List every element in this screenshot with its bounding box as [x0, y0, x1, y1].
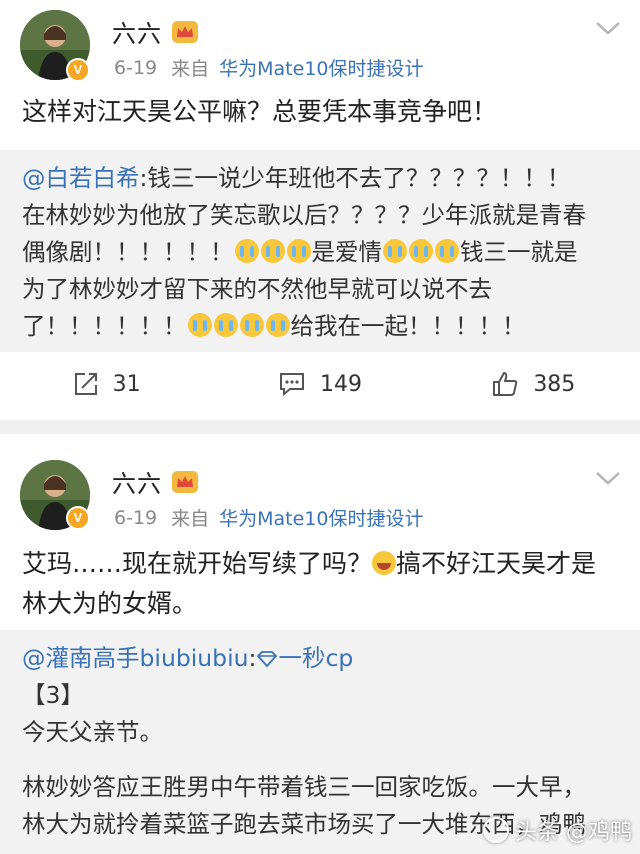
- post-text-part: 林大为的女婿。: [22, 589, 198, 618]
- crying-emoji-icon: [234, 239, 259, 263]
- quote-line: 林妙妙答应王胜男中午带着钱三一回家吃饭。一大早，: [22, 773, 586, 801]
- post-source[interactable]: 华为Mate10保时捷设计: [219, 54, 423, 81]
- repost-count: 31: [112, 371, 141, 397]
- username[interactable]: 六六: [112, 14, 162, 49]
- watermark-text: 头条 @鸡鸭: [515, 820, 632, 845]
- chevron-down-icon[interactable]: [594, 468, 622, 488]
- post-text: 艾玛……现在就开始写续了吗？ 搞不好江天昊才是 林大为的女婿。: [22, 544, 622, 624]
- diamond-icon: [257, 651, 278, 668]
- watermark: 头条 @鸡鸭: [483, 814, 632, 846]
- crying-emoji-icon: [383, 239, 407, 263]
- verified-badge-icon: V: [66, 506, 90, 530]
- crying-emoji-icon: [213, 313, 238, 337]
- quote-mention[interactable]: @白若白希: [22, 164, 140, 192]
- from-label: 来自: [171, 58, 210, 80]
- post-source[interactable]: 华为Mate10保时捷设计: [219, 504, 423, 531]
- post-text-part: 艾玛……现在就开始写续了吗？: [22, 549, 373, 578]
- quote-line: 【3】: [22, 681, 84, 709]
- crying-emoji-icon: [265, 313, 290, 337]
- crying-emoji-icon: [286, 239, 311, 263]
- repost-icon: [74, 373, 97, 395]
- crying-emoji-icon: [435, 239, 459, 263]
- laughing-emoji-icon: [372, 551, 397, 575]
- comment-button[interactable]: 149: [213, 354, 426, 414]
- quote-separator: :: [248, 644, 257, 672]
- comment-icon: [279, 373, 304, 397]
- post-text: 这样对江天昊公平嘛？总要凭本事竞争吧！: [22, 97, 498, 126]
- crown-icon: [172, 20, 198, 43]
- quote-line: 钱三一就是: [460, 238, 578, 266]
- from-label: 来自: [171, 508, 210, 530]
- name-row: 六六: [112, 14, 200, 49]
- crying-emoji-icon: [409, 239, 433, 263]
- quote-line: 了！！！！！！: [22, 312, 187, 340]
- post-divider: [0, 420, 640, 434]
- quote-mention[interactable]: @灌南高手biubiubiu: [22, 644, 249, 672]
- quote-line: 是爱情: [311, 238, 383, 266]
- quote-line: 偶像剧！！！！！！: [22, 238, 234, 266]
- quote-line: 为了林妙妙才留下来的不然他早就可以说不去: [22, 275, 492, 303]
- watermark-logo-icon: [483, 817, 509, 843]
- repost-button[interactable]: 31: [0, 354, 213, 414]
- name-row: 六六: [112, 464, 200, 499]
- like-icon: [493, 372, 518, 396]
- crown-icon: [172, 470, 198, 493]
- quote-line: :钱三一说少年班他不去了？？？？！！！: [139, 164, 571, 192]
- post-meta: 6-19 来自 华为Mate10保时捷设计: [114, 54, 424, 81]
- verified-badge-icon: V: [66, 58, 90, 82]
- comment-count: 149: [319, 371, 362, 397]
- post-meta: 6-19 来自 华为Mate10保时捷设计: [114, 504, 424, 531]
- quote-tail: 一秒cp: [278, 644, 354, 672]
- quote-line: 在林妙妙为他放了笑忘歌以后？？？？少年派就是青春: [22, 201, 586, 229]
- weibo-post-1: V 六六 6-19 来自 华为Mate10保时捷设计 这样对江天昊公平嘛？总要凭…: [0, 0, 640, 424]
- like-count: 385: [533, 371, 576, 397]
- action-bar: 31 149 385: [0, 354, 640, 414]
- quote-line: 给我在一起！！！！！: [290, 312, 526, 340]
- quoted-post[interactable]: @白若白希:钱三一说少年班他不去了？？？？！！！ 在林妙妙为他放了笑忘歌以后？？…: [0, 150, 640, 352]
- quote-line: 今天父亲节。: [22, 718, 163, 746]
- weibo-post-2: V 六六 6-19 来自 华为Mate10保时捷设计 艾玛……现在就开始写续了吗…: [0, 434, 640, 854]
- like-button[interactable]: 385: [427, 354, 640, 414]
- crying-emoji-icon: [260, 239, 285, 263]
- chevron-down-icon[interactable]: [594, 18, 622, 38]
- post-text-part: 搞不好江天昊才是: [396, 549, 597, 578]
- crying-emoji-icon: [187, 313, 212, 337]
- crying-emoji-icon: [239, 313, 264, 337]
- username[interactable]: 六六: [112, 464, 162, 499]
- post-date: 6-19: [114, 56, 158, 79]
- post-date: 6-19: [114, 506, 158, 529]
